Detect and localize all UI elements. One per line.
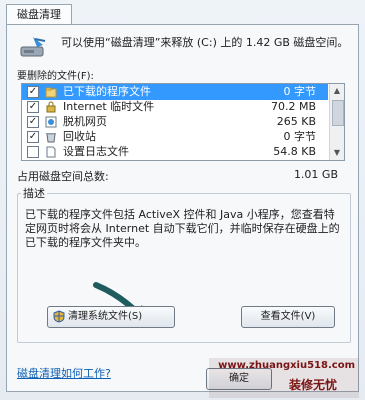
- shield-icon: [53, 310, 65, 323]
- intro-text: 可以使用“磁盘清理”来释放 (C:) 上的 1.42 GB 磁盘空间。: [61, 36, 349, 49]
- checkbox[interactable]: ✓: [27, 131, 39, 143]
- list-item[interactable]: 设置日志文件 54.8 KB: [22, 144, 328, 160]
- watermark-name: 装修无忧: [288, 378, 337, 392]
- checkbox[interactable]: ✓: [27, 101, 39, 113]
- checkbox[interactable]: ✓: [27, 86, 39, 98]
- file-name: 回收站: [63, 130, 96, 143]
- description-title: 描述: [21, 185, 47, 201]
- list-item[interactable]: ✓ Internet 临时文件 70.2 MB: [22, 99, 328, 115]
- clean-system-files-label: 清理系统文件(S): [68, 311, 143, 322]
- file-name: 设置日志文件: [63, 145, 129, 158]
- folder-icon: [45, 87, 57, 98]
- total-space-label: 占用磁盘空间总数:: [17, 170, 109, 183]
- disk-cleanup-window: 磁盘清理 可以使用“磁盘清理”来释放 (C:) 上的 1.42 GB 磁盘空间。…: [0, 0, 365, 400]
- list-item[interactable]: ✓ 回收站 0 字节: [22, 129, 328, 145]
- total-space-value: 1.01 GB: [293, 168, 338, 181]
- file-name: 脱机网页: [63, 115, 107, 128]
- files-to-delete-list[interactable]: ✓ 已下载的程序文件 0 字节 ✓ Internet 临时文件 70.2 MB …: [21, 83, 345, 161]
- file-size: 0 字节: [283, 85, 317, 98]
- file-size: 70.2 MB: [270, 100, 316, 113]
- file-name: 已下载的程序文件: [63, 85, 151, 98]
- tab-disk-cleanup[interactable]: 磁盘清理: [6, 4, 72, 25]
- description-text: 已下载的程序文件包括 ActiveX 控件和 Java 小程序，您查看特定网页时…: [25, 208, 340, 249]
- clean-system-files-button[interactable]: 清理系统文件(S): [47, 306, 175, 328]
- list-scrollbar[interactable]: ▲ ▼: [329, 84, 344, 160]
- watermark: www.zhuangxiu518.com 装修无忧: [209, 358, 359, 398]
- scroll-down-icon[interactable]: ▼: [330, 146, 344, 160]
- file-name: Internet 临时文件: [63, 100, 155, 113]
- scroll-thumb[interactable]: [332, 100, 344, 126]
- disk-cleanup-icon: [20, 37, 46, 57]
- files-to-delete-label: 要删除的文件(F):: [17, 71, 94, 82]
- view-files-button[interactable]: 查看文件(V): [241, 306, 335, 328]
- checkbox[interactable]: [27, 146, 39, 158]
- list-item[interactable]: ✓ 脱机网页 265 KB: [22, 114, 328, 130]
- list-item[interactable]: ✓ 已下载的程序文件 0 字节: [22, 84, 328, 100]
- lock-icon: [46, 101, 56, 113]
- file-icon: [46, 146, 56, 158]
- offline-page-icon: [45, 116, 57, 128]
- checkbox[interactable]: ✓: [27, 116, 39, 128]
- file-size: 0 字节: [283, 130, 317, 143]
- how-disk-cleanup-works-link[interactable]: 磁盘清理如何工作?: [17, 365, 111, 381]
- scroll-up-icon[interactable]: ▲: [330, 84, 344, 98]
- recycle-bin-icon: [46, 133, 56, 143]
- file-size: 265 KB: [276, 115, 316, 128]
- watermark-url: www.zhuangxiu518.com: [218, 360, 355, 371]
- disk-cleanup-panel: 可以使用“磁盘清理”来释放 (C:) 上的 1.42 GB 磁盘空间。 要删除的…: [6, 24, 359, 392]
- file-size: 54.8 KB: [273, 145, 316, 158]
- intro-section: 可以使用“磁盘清理”来释放 (C:) 上的 1.42 GB 磁盘空间。: [17, 31, 349, 65]
